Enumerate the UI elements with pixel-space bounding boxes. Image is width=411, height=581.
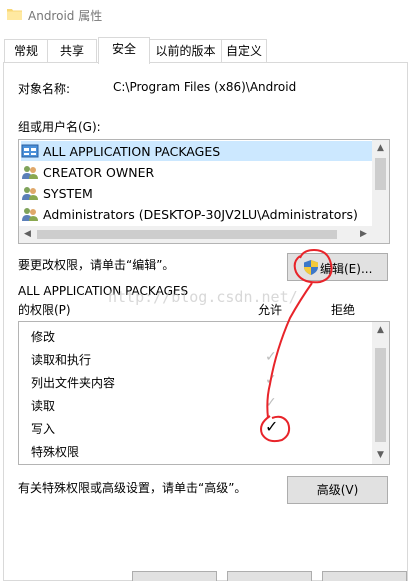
scroll-thumb[interactable] <box>375 158 386 190</box>
user-name: SYSTEM <box>43 185 93 201</box>
scroll-up-icon[interactable]: ▲ <box>372 140 389 157</box>
edit-button[interactable]: 编辑(E)... <box>287 253 388 281</box>
scroll-right-icon[interactable]: ▶ <box>355 226 372 243</box>
tab-previous-versions[interactable]: 以前的版本 <box>149 39 222 63</box>
permission-row: 读取 ✓ <box>19 394 371 417</box>
permission-row: 写入 ✓ <box>19 417 371 440</box>
app-packages-icon <box>21 144 39 158</box>
advanced-hint: 有关特殊权限或高级设置，请单击“高级”。 <box>18 481 247 495</box>
scroll-up-icon[interactable]: ▲ <box>372 322 389 339</box>
permission-name: 修改 <box>31 330 56 344</box>
permission-name: 读取 <box>31 399 56 413</box>
permission-row: 列出文件夹内容 ✓ <box>19 371 371 394</box>
user-name: ALL APPLICATION PACKAGES <box>43 143 221 159</box>
object-name-label: 对象名称: <box>18 82 71 96</box>
allow-check-icon: ✓ <box>265 349 277 365</box>
watermark: http://blog.csdn.net/ <box>108 288 298 306</box>
user-list-horizontal-scrollbar[interactable]: ◀ ▶ <box>19 226 372 243</box>
group-or-user-label: 组或用户名(G): <box>18 120 101 134</box>
tab-security[interactable]: 安全 <box>98 37 150 64</box>
user-name: CREATOR OWNER <box>43 164 155 180</box>
title-bar: Android 属性 <box>0 0 411 30</box>
allow-check-icon: ✓ <box>265 417 279 436</box>
tab-customize[interactable]: 自定义 <box>221 39 267 63</box>
permission-name: 列出文件夹内容 <box>31 376 116 390</box>
users-icon <box>22 187 38 200</box>
tab-sharing[interactable]: 共享 <box>47 39 97 63</box>
permission-row: 特殊权限 <box>19 440 371 463</box>
tab-strip: 常规 共享 安全 以前的版本 自定义 <box>0 37 411 64</box>
edit-button-label: 编辑(E)... <box>320 262 373 276</box>
scroll-thumb[interactable] <box>375 348 386 442</box>
permission-name: 写入 <box>31 422 56 436</box>
object-name-value: C:\Program Files (x86)\Android <box>113 80 297 94</box>
permission-name: 特殊权限 <box>31 445 80 459</box>
shield-icon <box>304 260 318 275</box>
scroll-down-icon[interactable]: ▼ <box>372 447 389 464</box>
advanced-button[interactable]: 高级(V) <box>287 476 388 504</box>
list-item[interactable]: Administrators (DESKTOP-30JV2LU\Administ… <box>21 204 373 224</box>
scroll-left-icon[interactable]: ◀ <box>19 226 36 243</box>
folder-icon <box>7 9 22 20</box>
scroll-corner <box>372 226 389 243</box>
permission-row: 读取和执行 ✓ <box>19 348 371 371</box>
list-item[interactable]: SYSTEM <box>21 183 373 203</box>
allow-check-icon: ✓ <box>265 395 277 411</box>
permission-label: 的权限(P) <box>18 303 71 317</box>
permission-name: 读取和执行 <box>31 353 92 367</box>
window-title: Android 属性 <box>28 9 103 23</box>
user-list-vertical-scrollbar[interactable]: ▲ ▼ <box>372 140 389 239</box>
user-name: Administrators (DESKTOP-30JV2LU\Administ… <box>43 206 358 222</box>
deny-column-header: 拒绝 <box>331 303 356 317</box>
scroll-thumb[interactable] <box>37 230 337 239</box>
permission-list[interactable]: 修改 读取和执行 ✓ 列出文件夹内容 ✓ 读取 ✓ 写入 ✓ 特殊权限 ▲ ▼ <box>18 321 390 465</box>
apply-button[interactable] <box>322 571 407 581</box>
allow-check-icon: ✓ <box>265 372 277 388</box>
users-icon <box>22 208 38 221</box>
list-item[interactable]: ALL APPLICATION PACKAGES <box>21 141 373 161</box>
edit-hint: 要更改权限，请单击“编辑”。 <box>18 258 175 272</box>
permission-row: 修改 <box>19 325 371 348</box>
user-list[interactable]: ALL APPLICATION PACKAGES CREATOR OWNER S… <box>18 139 390 244</box>
ok-button[interactable] <box>132 571 217 581</box>
permission-list-scrollbar[interactable]: ▲ ▼ <box>372 322 389 464</box>
cancel-button[interactable] <box>227 571 312 581</box>
tab-general[interactable]: 常规 <box>4 39 48 63</box>
list-item[interactable]: CREATOR OWNER <box>21 162 373 182</box>
users-icon <box>22 166 38 179</box>
